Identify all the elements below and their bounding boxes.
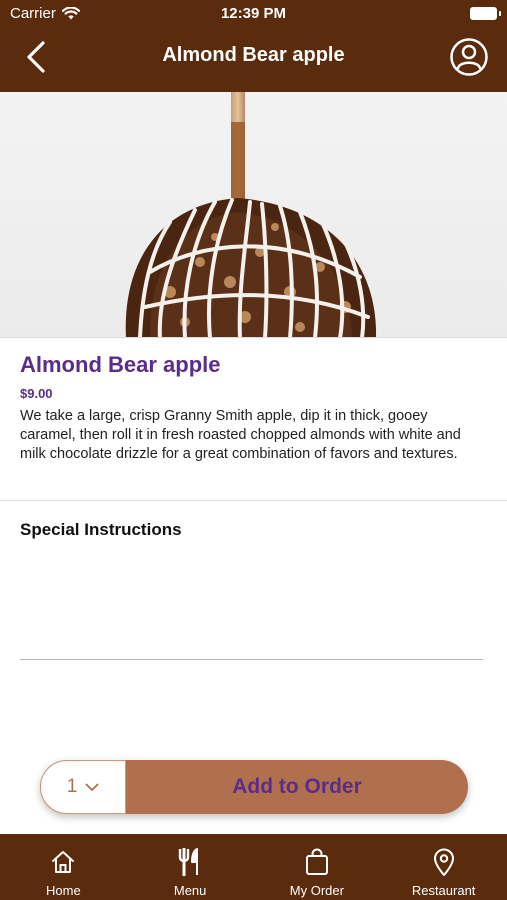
order-bar: 1 Add to Order bbox=[40, 760, 468, 814]
product-details: Almond Bear apple $9.00 We take a large,… bbox=[20, 352, 487, 464]
tab-menu[interactable]: Menu bbox=[127, 834, 254, 900]
product-price: $9.00 bbox=[20, 386, 53, 401]
special-instructions-input[interactable] bbox=[20, 548, 483, 660]
product-description: We take a large, crisp Granny Smith appl… bbox=[20, 408, 461, 462]
status-bar: Carrier 12:39 PM bbox=[0, 0, 507, 28]
chevron-down-icon bbox=[85, 783, 99, 791]
profile-button[interactable] bbox=[449, 37, 489, 77]
user-icon bbox=[450, 38, 488, 76]
tab-restaurant[interactable]: Restaurant bbox=[380, 834, 507, 900]
tab-my-order-label: My Order bbox=[289, 883, 344, 898]
header: Carrier 12:39 PM Almond Bear apple bbox=[0, 0, 507, 92]
tab-home-label: Home bbox=[46, 883, 81, 898]
product-name: Almond Bear apple bbox=[20, 352, 221, 377]
quantity-value: 1 bbox=[66, 776, 78, 797]
divider bbox=[0, 500, 507, 501]
tab-restaurant-label: Restaurant bbox=[411, 883, 476, 898]
tab-my-order[interactable]: My Order bbox=[254, 834, 381, 900]
add-to-order-button[interactable]: Add to Order bbox=[126, 760, 468, 814]
caramel-apple-image bbox=[125, 92, 376, 337]
special-instructions-label: Special Instructions bbox=[20, 520, 182, 539]
clock: 12:39 PM bbox=[220, 5, 287, 22]
tab-home[interactable]: Home bbox=[0, 834, 127, 900]
tab-bar: Home Menu My Order Restaurant bbox=[0, 834, 507, 900]
nav-bar: Almond Bear apple bbox=[0, 30, 507, 86]
home-icon bbox=[49, 848, 77, 876]
page-title: Almond Bear apple bbox=[162, 44, 345, 66]
product-image bbox=[0, 92, 507, 338]
location-pin-icon bbox=[430, 848, 458, 876]
battery-icon bbox=[470, 7, 501, 20]
tab-menu-label: Menu bbox=[173, 883, 207, 898]
shopping-bag-icon bbox=[303, 848, 331, 876]
fork-knife-icon bbox=[176, 848, 204, 876]
quantity-select[interactable]: 1 bbox=[40, 760, 126, 814]
